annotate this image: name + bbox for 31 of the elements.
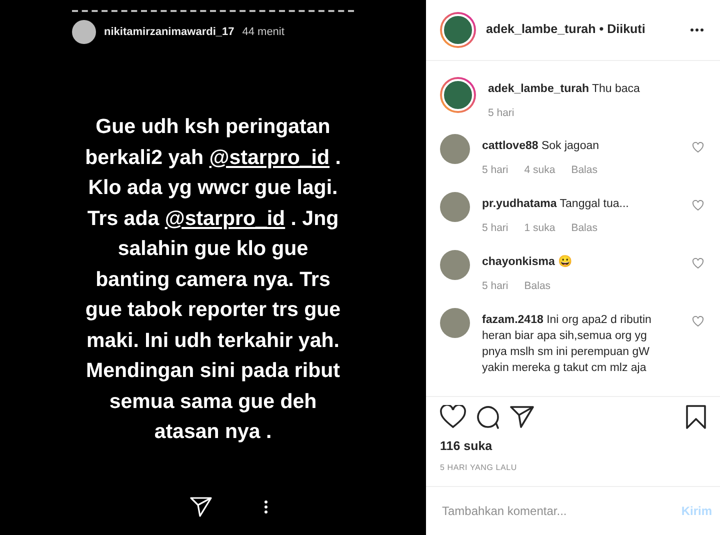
post-date: 5 HARI YANG LALU — [440, 462, 518, 474]
comment-text: adek_lambe_turah Thu baca — [488, 82, 640, 97]
more-options-icon[interactable] — [264, 500, 268, 514]
story-time: 44 menit — [242, 24, 284, 40]
avatar[interactable] — [72, 20, 96, 44]
reply-link[interactable]: Balas — [571, 221, 598, 237]
more-options-icon[interactable] — [690, 28, 704, 32]
comment-likes[interactable]: 4 suka — [524, 163, 556, 180]
reply-link[interactable]: Balas — [571, 163, 598, 180]
profile-avatar[interactable] — [440, 76, 476, 113]
comment-text: cattlove88 Sok jagoan — [482, 139, 600, 154]
bookmark-icon[interactable] — [686, 405, 706, 430]
reply-link[interactable]: Balas — [524, 278, 551, 295]
comment-text: chayonkisma 😀 — [482, 254, 572, 270]
comment-time: 5 hari — [488, 106, 514, 121]
heart-icon[interactable] — [440, 405, 466, 430]
comment-icon[interactable] — [476, 405, 500, 430]
story-text: Gue udh ksh peringatan berkali2 yah @starpro_id . Klo ada yg wwcr gue lagi. Trs ada @starpro_id . Jng salahin gue klo gue banting camera nya. Trs gue tabok reporter trs gue maki. Ini udh terkahir yah. Mendingan sini pada ribut semua sama gue deh atasan nya . — [84, 114, 342, 445]
send-icon[interactable] — [510, 406, 534, 428]
mention-link[interactable]: @starpro_id — [209, 146, 330, 168]
post-header-username[interactable]: adek_lambe_turah • Diikuti — [486, 20, 646, 40]
comment-time: 5 hari — [482, 163, 508, 178]
comment-text: fazam.2418 Ini org apa2 d ributin heran biar apa sih,semua org yg pnya mslh sm ini perempuan gW yakin mereka g takut cm mlz aja — [482, 312, 652, 376]
comment-likes[interactable]: 1 suka — [524, 221, 556, 237]
comment-time: 5 hari — [482, 221, 508, 236]
profile-avatar[interactable] — [440, 12, 476, 48]
story-username[interactable]: nikitamirzanimawardi_17 — [104, 24, 234, 40]
like-count[interactable]: 116 suka — [440, 437, 706, 456]
comment-time: 5 hari — [482, 278, 508, 294]
mention-link[interactable]: @starpro_id — [164, 206, 286, 230]
comment-text: pr.yudhatama Tanggal tua... — [482, 197, 629, 212]
